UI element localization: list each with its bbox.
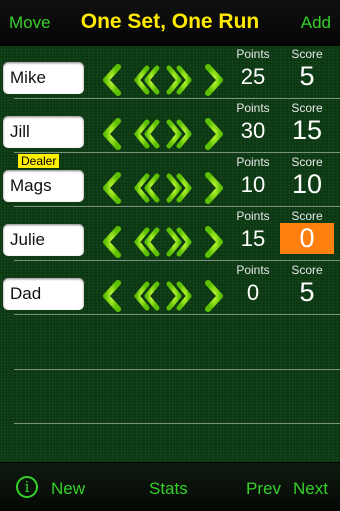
score-label: Score bbox=[291, 263, 323, 277]
points-label: Points bbox=[236, 101, 270, 115]
player-name-field[interactable]: Jill bbox=[3, 116, 84, 148]
double-right-arrow-icon[interactable] bbox=[164, 117, 196, 151]
left-arrow-icon[interactable] bbox=[96, 63, 128, 97]
left-arrow-icon[interactable] bbox=[96, 279, 128, 313]
points-value: 15 bbox=[240, 226, 266, 251]
add-button[interactable]: Add bbox=[301, 13, 331, 33]
right-arrow-icon[interactable] bbox=[198, 171, 230, 205]
left-arrow-icon[interactable] bbox=[96, 225, 128, 259]
navigation-bar: Move One Set, One Run Add bbox=[0, 0, 340, 46]
player-name-field[interactable]: Mags bbox=[3, 170, 84, 202]
score-label: Score bbox=[291, 47, 323, 61]
score-value: 15 bbox=[291, 115, 323, 145]
row-divider bbox=[14, 314, 340, 315]
left-arrow-icon[interactable] bbox=[96, 171, 128, 205]
stats-button[interactable]: Stats bbox=[149, 479, 188, 499]
points-value: 0 bbox=[246, 280, 260, 305]
new-button[interactable]: New bbox=[51, 479, 85, 499]
score-arrows bbox=[96, 225, 232, 259]
points-value: 30 bbox=[240, 118, 266, 143]
double-left-arrow-icon[interactable] bbox=[130, 279, 162, 313]
player-name-field[interactable]: Julie bbox=[3, 224, 84, 256]
points-value: 25 bbox=[240, 64, 266, 89]
double-right-arrow-icon[interactable] bbox=[164, 225, 196, 259]
score-value: 10 bbox=[291, 169, 323, 199]
points-label: Points bbox=[236, 47, 270, 61]
double-left-arrow-icon[interactable] bbox=[130, 63, 162, 97]
player-name-field[interactable]: Mike bbox=[3, 62, 84, 94]
player-row: Julie Points Score 15 0 bbox=[0, 207, 340, 261]
player-row: Dealer Mags Points Score 10 10 bbox=[0, 153, 340, 207]
left-arrow-icon[interactable] bbox=[96, 117, 128, 151]
dealer-badge: Dealer bbox=[18, 154, 60, 168]
empty-row-divider bbox=[14, 423, 340, 424]
double-left-arrow-icon[interactable] bbox=[130, 225, 162, 259]
right-arrow-icon[interactable] bbox=[198, 279, 230, 313]
page-title: One Set, One Run bbox=[80, 10, 260, 33]
double-right-arrow-icon[interactable] bbox=[164, 279, 196, 313]
empty-row-divider bbox=[14, 369, 340, 370]
right-arrow-icon[interactable] bbox=[198, 225, 230, 259]
double-right-arrow-icon[interactable] bbox=[164, 63, 196, 97]
player-name-field[interactable]: Dad bbox=[3, 278, 84, 310]
player-row: Mike Points Score 25 5 bbox=[0, 45, 340, 99]
next-button[interactable]: Next bbox=[293, 479, 328, 499]
score-label: Score bbox=[291, 209, 323, 223]
points-label: Points bbox=[236, 209, 270, 223]
score-value: 5 bbox=[299, 61, 315, 91]
score-label: Score bbox=[291, 155, 323, 169]
double-right-arrow-icon[interactable] bbox=[164, 171, 196, 205]
player-row: Dad Points Score 0 5 bbox=[0, 261, 340, 315]
score-arrows bbox=[96, 117, 232, 151]
player-row: Jill Points Score 30 15 bbox=[0, 99, 340, 153]
points-value: 10 bbox=[240, 172, 266, 197]
bottom-toolbar: i New Stats Prev Next bbox=[0, 462, 340, 511]
double-left-arrow-icon[interactable] bbox=[130, 117, 162, 151]
points-label: Points bbox=[236, 155, 270, 169]
double-left-arrow-icon[interactable] bbox=[130, 171, 162, 205]
prev-button[interactable]: Prev bbox=[246, 479, 281, 499]
right-arrow-icon[interactable] bbox=[198, 63, 230, 97]
right-arrow-icon[interactable] bbox=[198, 117, 230, 151]
score-arrows bbox=[96, 279, 232, 313]
score-value: 5 bbox=[299, 277, 315, 307]
score-value-highlighted: 0 bbox=[280, 223, 334, 254]
score-arrows bbox=[96, 171, 232, 205]
score-arrows bbox=[96, 63, 232, 97]
info-icon[interactable]: i bbox=[16, 476, 38, 498]
score-label: Score bbox=[291, 101, 323, 115]
points-label: Points bbox=[236, 263, 270, 277]
